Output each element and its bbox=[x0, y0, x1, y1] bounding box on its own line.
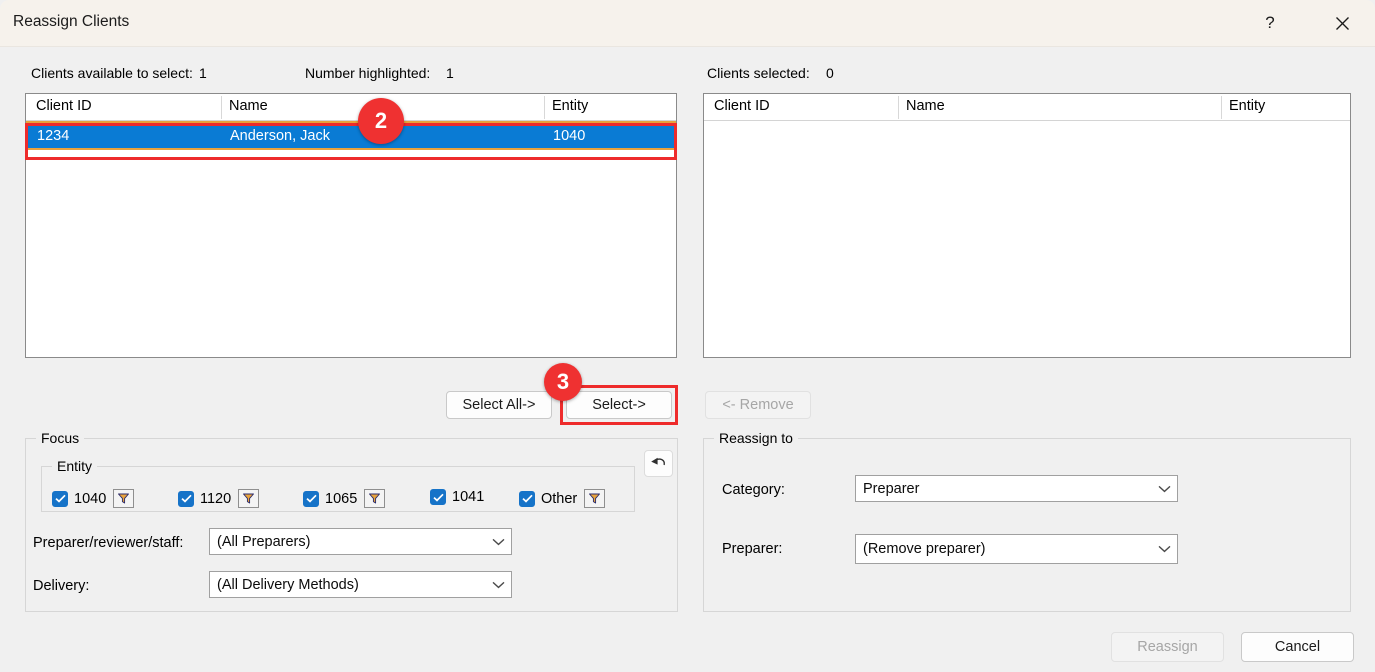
chevron-down-icon[interactable] bbox=[485, 538, 511, 546]
filter-icon-button-1040[interactable] bbox=[113, 489, 134, 508]
question-mark-icon: ? bbox=[1265, 13, 1274, 33]
entity-checkbox-1040[interactable]: 1040 bbox=[52, 489, 134, 508]
checkbox-input[interactable] bbox=[430, 489, 446, 505]
chevron-down-icon[interactable] bbox=[485, 581, 511, 589]
help-button[interactable]: ? bbox=[1247, 0, 1293, 46]
undo-arrow-icon bbox=[650, 456, 667, 471]
highlighted-count-label: Number highlighted: bbox=[305, 65, 430, 81]
entity-label: 1041 bbox=[452, 489, 484, 505]
entity-label: 1120 bbox=[200, 491, 231, 507]
entity-checkbox-other[interactable]: Other bbox=[519, 489, 605, 508]
delivery-filter-label: Delivery: bbox=[33, 578, 89, 594]
column-divider[interactable] bbox=[221, 96, 222, 119]
reset-focus-button[interactable] bbox=[644, 450, 673, 477]
entity-label: 1040 bbox=[74, 491, 106, 507]
filter-icon-button-1065[interactable] bbox=[364, 489, 385, 508]
cell-client-id: 1234 bbox=[37, 128, 69, 144]
check-icon bbox=[306, 494, 317, 503]
reassign-to-group: Reassign to bbox=[703, 438, 1351, 612]
title-bar: Reassign Clients ? bbox=[0, 0, 1375, 47]
available-list-body: 1234 Anderson, Jack 1040 bbox=[26, 121, 676, 357]
close-button[interactable] bbox=[1319, 0, 1365, 46]
delivery-filter-value: (All Delivery Methods) bbox=[217, 577, 485, 593]
available-clients-list[interactable]: Client ID Name Entity 1234 Anderson, Jac… bbox=[25, 93, 677, 358]
column-header-client-id[interactable]: Client ID bbox=[36, 98, 92, 114]
remove-button[interactable]: <- Remove bbox=[705, 391, 811, 419]
check-icon bbox=[55, 494, 66, 503]
preparer-filter-label: Preparer/reviewer/staff: bbox=[33, 535, 183, 551]
preparer-filter-value: (All Preparers) bbox=[217, 534, 485, 550]
annotation-badge-3: 3 bbox=[544, 363, 582, 401]
selected-count-label: Clients selected: bbox=[707, 65, 810, 81]
cell-name: Anderson, Jack bbox=[230, 128, 330, 144]
column-header-name[interactable]: Name bbox=[229, 98, 268, 114]
available-count-label: Clients available to select: bbox=[31, 65, 193, 81]
close-icon bbox=[1335, 16, 1350, 31]
select-button[interactable]: Select-> bbox=[566, 391, 672, 419]
column-divider[interactable] bbox=[898, 96, 899, 119]
annotation-badge-2: 2 bbox=[358, 98, 404, 144]
entity-checkbox-1120[interactable]: 1120 bbox=[178, 489, 259, 508]
funnel-icon bbox=[117, 492, 130, 505]
category-combobox[interactable]: Preparer bbox=[855, 475, 1178, 502]
entity-checkbox-1065[interactable]: 1065 bbox=[303, 489, 385, 508]
cell-entity: 1040 bbox=[553, 128, 585, 144]
funnel-icon bbox=[242, 492, 255, 505]
funnel-icon bbox=[368, 492, 381, 505]
select-all-button[interactable]: Select All-> bbox=[446, 391, 552, 419]
check-icon bbox=[522, 494, 533, 503]
check-icon bbox=[433, 493, 444, 502]
checkbox-input[interactable] bbox=[52, 491, 68, 507]
preparer-value: (Remove preparer) bbox=[863, 541, 1151, 557]
delivery-filter-combobox[interactable]: (All Delivery Methods) bbox=[209, 571, 512, 598]
column-header-name[interactable]: Name bbox=[906, 98, 945, 114]
available-count-value: 1 bbox=[199, 65, 207, 81]
reassign-clients-dialog: Reassign Clients ? Clients available to … bbox=[0, 0, 1375, 672]
reassign-to-group-title: Reassign to bbox=[714, 430, 798, 446]
entity-checkbox-1041[interactable]: 1041 bbox=[430, 489, 484, 505]
dialog-body: Clients available to select: 1 Number hi… bbox=[0, 47, 1375, 672]
selected-clients-list[interactable]: Client ID Name Entity bbox=[703, 93, 1351, 358]
preparer-label: Preparer: bbox=[722, 541, 782, 557]
cancel-button[interactable]: Cancel bbox=[1241, 632, 1354, 662]
selected-list-header: Client ID Name Entity bbox=[704, 94, 1350, 121]
column-divider[interactable] bbox=[544, 96, 545, 119]
selected-list-body bbox=[704, 121, 1350, 357]
filter-icon-button-other[interactable] bbox=[584, 489, 605, 508]
column-header-entity[interactable]: Entity bbox=[552, 98, 588, 114]
column-header-client-id[interactable]: Client ID bbox=[714, 98, 770, 114]
check-icon bbox=[181, 494, 192, 503]
focus-group-title: Focus bbox=[36, 430, 84, 446]
preparer-filter-combobox[interactable]: (All Preparers) bbox=[209, 528, 512, 555]
checkbox-input[interactable] bbox=[519, 491, 535, 507]
reassign-button[interactable]: Reassign bbox=[1111, 632, 1224, 662]
checkbox-input[interactable] bbox=[303, 491, 319, 507]
table-row[interactable]: 1234 Anderson, Jack 1040 bbox=[26, 121, 676, 150]
category-value: Preparer bbox=[863, 481, 1151, 497]
highlighted-count-value: 1 bbox=[446, 65, 454, 81]
chevron-down-icon[interactable] bbox=[1151, 485, 1177, 493]
available-list-header: Client ID Name Entity bbox=[26, 94, 676, 121]
checkbox-input[interactable] bbox=[178, 491, 194, 507]
selected-count-value: 0 bbox=[826, 65, 834, 81]
funnel-icon bbox=[588, 492, 601, 505]
column-divider[interactable] bbox=[1221, 96, 1222, 119]
preparer-combobox[interactable]: (Remove preparer) bbox=[855, 534, 1178, 564]
entity-group-title: Entity bbox=[52, 458, 97, 474]
category-label: Category: bbox=[722, 482, 785, 498]
window-title: Reassign Clients bbox=[13, 13, 129, 31]
chevron-down-icon[interactable] bbox=[1151, 545, 1177, 553]
entity-label: 1065 bbox=[325, 491, 357, 507]
entity-label: Other bbox=[541, 491, 577, 507]
filter-icon-button-1120[interactable] bbox=[238, 489, 259, 508]
column-header-entity[interactable]: Entity bbox=[1229, 98, 1265, 114]
